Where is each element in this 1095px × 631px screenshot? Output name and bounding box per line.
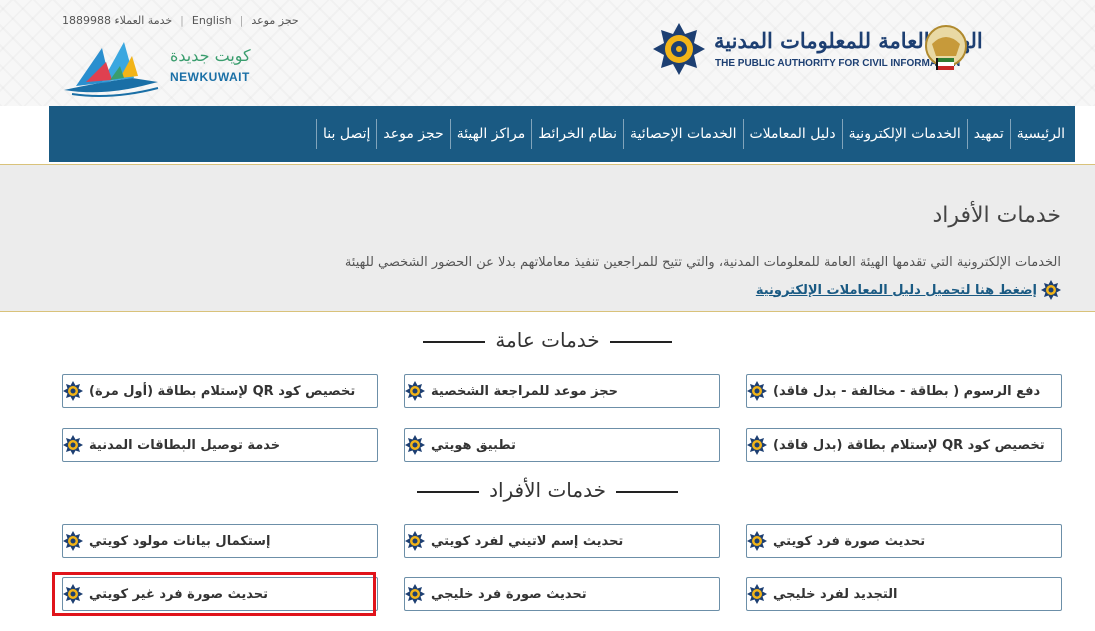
service-update-photo-non-kuwaiti-button[interactable]: تحديث صورة فرد غير كويتي	[62, 577, 378, 611]
individual-services-label: خدمات الأفراد	[489, 478, 606, 502]
nav-statistics[interactable]: الخدمات الإحصائية	[623, 119, 743, 149]
general-services-title: خدمات عامة	[0, 328, 1095, 352]
service-qr-lost-button[interactable]: تخصيص كود QR لإستلام بطاقة (بدل فاقد)	[746, 428, 1062, 462]
star-bullet-icon	[747, 584, 767, 604]
service-label: تحديث إسم لاتيني لفرد كويتي	[431, 533, 624, 549]
service-pay-fees-button[interactable]: دفع الرسوم ( بطاقة - مخالفة - بدل فاقد)	[746, 374, 1062, 408]
separator: |	[180, 14, 184, 27]
paci-star-icon[interactable]	[652, 22, 706, 76]
page-title: خدمات الأفراد	[932, 203, 1061, 228]
service-label: التجديد لفرد خليجي	[773, 586, 898, 602]
star-bullet-icon	[747, 531, 767, 551]
service-newborn-data-button[interactable]: إستكمال بيانات مولود كويتي	[62, 524, 378, 558]
nav-e-services[interactable]: الخدمات الإلكترونية	[841, 119, 967, 149]
service-label: إستكمال بيانات مولود كويتي	[89, 533, 271, 549]
nav-book-appointment[interactable]: حجز موعد	[376, 119, 449, 149]
title-line	[423, 340, 486, 343]
download-guide-text[interactable]: إضغط هنا لتحميل دليل المعاملات الإلكترون…	[756, 283, 1037, 298]
star-bullet-icon	[747, 381, 767, 401]
service-renew-gcc-button[interactable]: التجديد لفرد خليجي	[746, 577, 1062, 611]
book-appointment-link[interactable]: حجز موعد	[251, 14, 298, 27]
star-bullet-icon	[63, 435, 83, 455]
service-update-photo-gcc-button[interactable]: تحديث صورة فرد خليجي	[404, 577, 720, 611]
star-bullet-icon	[405, 381, 425, 401]
nav-transactions-guide[interactable]: دليل المعاملات	[742, 119, 842, 149]
title-line	[609, 340, 672, 343]
star-bullet-icon	[747, 435, 767, 455]
service-label: دفع الرسوم ( بطاقة - مخالفة - بدل فاقد)	[773, 383, 1041, 399]
nav-maps[interactable]: نظام الخرائط	[531, 119, 623, 149]
nav-home[interactable]: الرئيسية	[1009, 119, 1071, 149]
english-link[interactable]: English	[192, 14, 232, 27]
kuwait-emblem-icon	[925, 25, 967, 70]
service-card-delivery-button[interactable]: خدمة توصيل البطاقات المدنية	[62, 428, 378, 462]
service-qr-first-time-button[interactable]: تخصيص كود QR لإستلام بطاقة (أول مرة)	[62, 374, 378, 408]
new-kuwait-english: NEWKUWAIT	[170, 70, 250, 84]
site-header: حجز موعد | English | خدمة العملاء 188998…	[0, 0, 1095, 106]
service-update-photo-kuwaiti-button[interactable]: تحديث صورة فرد كويتي	[746, 524, 1062, 558]
intro-description: الخدمات الإلكترونية التي تقدمها الهيئة ا…	[344, 255, 1061, 270]
title-line	[615, 490, 678, 493]
service-label: تخصيص كود QR لإستلام بطاقة (أول مرة)	[89, 383, 356, 399]
star-bullet-icon	[405, 584, 425, 604]
service-label: تحديث صورة فرد غير كويتي	[89, 586, 268, 602]
star-bullet-icon	[405, 531, 425, 551]
nav-contact[interactable]: إتصل بنا	[316, 119, 376, 149]
star-bullet-icon	[405, 435, 425, 455]
nav-centers[interactable]: مراكز الهيئة	[449, 119, 532, 149]
main-nav: الرئيسية تمهيد الخدمات الإلكترونية دليل …	[49, 106, 1075, 162]
star-bullet-icon	[1041, 280, 1061, 300]
service-hawyti-app-button[interactable]: تطبيق هويتي	[404, 428, 720, 462]
customer-service-link[interactable]: خدمة العملاء 1889988	[62, 14, 172, 27]
service-label: حجز موعد للمراجعة الشخصية	[431, 383, 618, 399]
title-line	[417, 490, 480, 493]
separator: |	[239, 14, 244, 27]
new-kuwait-arabic: كويت جديدة	[170, 46, 251, 65]
service-book-appointment-button[interactable]: حجز موعد للمراجعة الشخصية	[404, 374, 720, 408]
service-update-latin-name-button[interactable]: تحديث إسم لاتيني لفرد كويتي	[404, 524, 720, 558]
service-label: تخصيص كود QR لإستلام بطاقة (بدل فاقد)	[773, 437, 1045, 453]
service-label: خدمة توصيل البطاقات المدنية	[89, 437, 281, 453]
general-services-label: خدمات عامة	[495, 328, 600, 352]
service-label: تحديث صورة فرد خليجي	[431, 586, 587, 602]
service-label: تحديث صورة فرد كويتي	[773, 533, 926, 549]
nav-intro[interactable]: تمهيد	[966, 119, 1010, 149]
intro-section: خدمات الأفراد الخدمات الإلكترونية التي ت…	[0, 164, 1095, 312]
individual-services-title: خدمات الأفراد	[0, 478, 1095, 502]
star-bullet-icon	[63, 531, 83, 551]
top-links: حجز موعد | English | خدمة العملاء 188998…	[62, 14, 299, 27]
service-label: تطبيق هويتي	[431, 437, 516, 453]
star-bullet-icon	[63, 381, 83, 401]
star-bullet-icon	[63, 584, 83, 604]
download-guide-link[interactable]: إضغط هنا لتحميل دليل المعاملات الإلكترون…	[756, 280, 1061, 300]
